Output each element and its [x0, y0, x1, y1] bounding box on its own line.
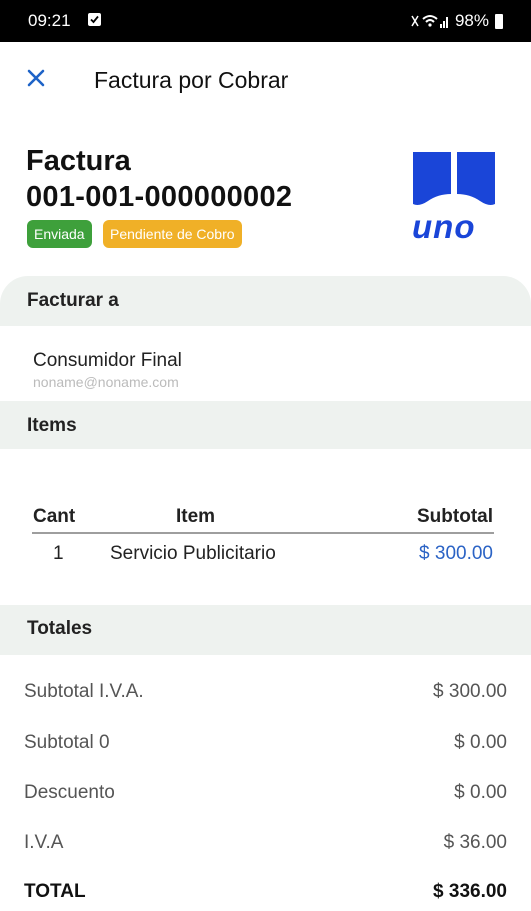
row-subtotal: $ 300.00: [419, 543, 493, 564]
total-row-subtotal-0: Subtotal 0 $ 0.00: [0, 732, 531, 762]
total-label: Descuento: [24, 782, 115, 803]
column-header-subtotal: Subtotal: [417, 506, 493, 527]
logo-text: uno: [412, 208, 476, 245]
status-badge-sent: Enviada: [27, 220, 92, 248]
battery-percent: 98%: [454, 11, 489, 30]
total-label: I.V.A: [24, 832, 64, 853]
bill-to-header: Facturar a: [0, 276, 531, 326]
total-label: Subtotal I.V.A.: [24, 681, 144, 702]
status-badge-pending: Pendiente de Cobro: [103, 220, 242, 248]
status-time: 09:21: [28, 11, 71, 30]
items-header: Items: [0, 401, 531, 449]
row-qty: 1: [53, 543, 64, 564]
company-logo: uno: [410, 150, 498, 245]
row-item: Servicio Publicitario: [110, 543, 276, 564]
close-icon[interactable]: [24, 66, 48, 90]
signal-wifi-icon: [411, 13, 449, 29]
app-bar: Factura por Cobrar: [0, 42, 531, 118]
status-right: 98%: [411, 11, 503, 31]
items-label: Items: [27, 415, 77, 436]
notification-check-icon: [88, 13, 101, 26]
total-value: $ 0.00: [454, 732, 507, 753]
status-bar: 09:21 98%: [0, 0, 531, 42]
column-header-item: Item: [176, 506, 216, 527]
client-email: noname@noname.com: [33, 374, 179, 390]
column-header-qty: Cant: [33, 506, 76, 527]
client-name: Consumidor Final: [33, 350, 182, 371]
battery-icon: [495, 13, 503, 29]
total-row-descuento: Descuento $ 0.00: [0, 782, 531, 812]
total-row-grand-total: TOTAL $ 336.00: [0, 881, 531, 911]
total-value: $ 0.00: [454, 782, 507, 803]
total-row-iva: I.V.A $ 36.00: [0, 832, 531, 862]
invoice-number: 001-001-000000002: [26, 181, 293, 213]
total-value: $ 36.00: [443, 832, 507, 853]
logo-mark-icon: [413, 152, 495, 205]
total-row-subtotal-iva: Subtotal I.V.A. $ 300.00: [0, 681, 531, 711]
totals-header: Totales: [0, 605, 531, 655]
app-bar-title: Factura por Cobrar: [94, 67, 289, 93]
bill-to-label: Facturar a: [27, 290, 119, 311]
total-label: Subtotal 0: [24, 732, 110, 753]
total-value: $ 300.00: [433, 681, 507, 702]
table-header-divider: [32, 532, 494, 534]
invoice-label: Factura: [26, 145, 131, 177]
totals-label: Totales: [27, 618, 93, 639]
